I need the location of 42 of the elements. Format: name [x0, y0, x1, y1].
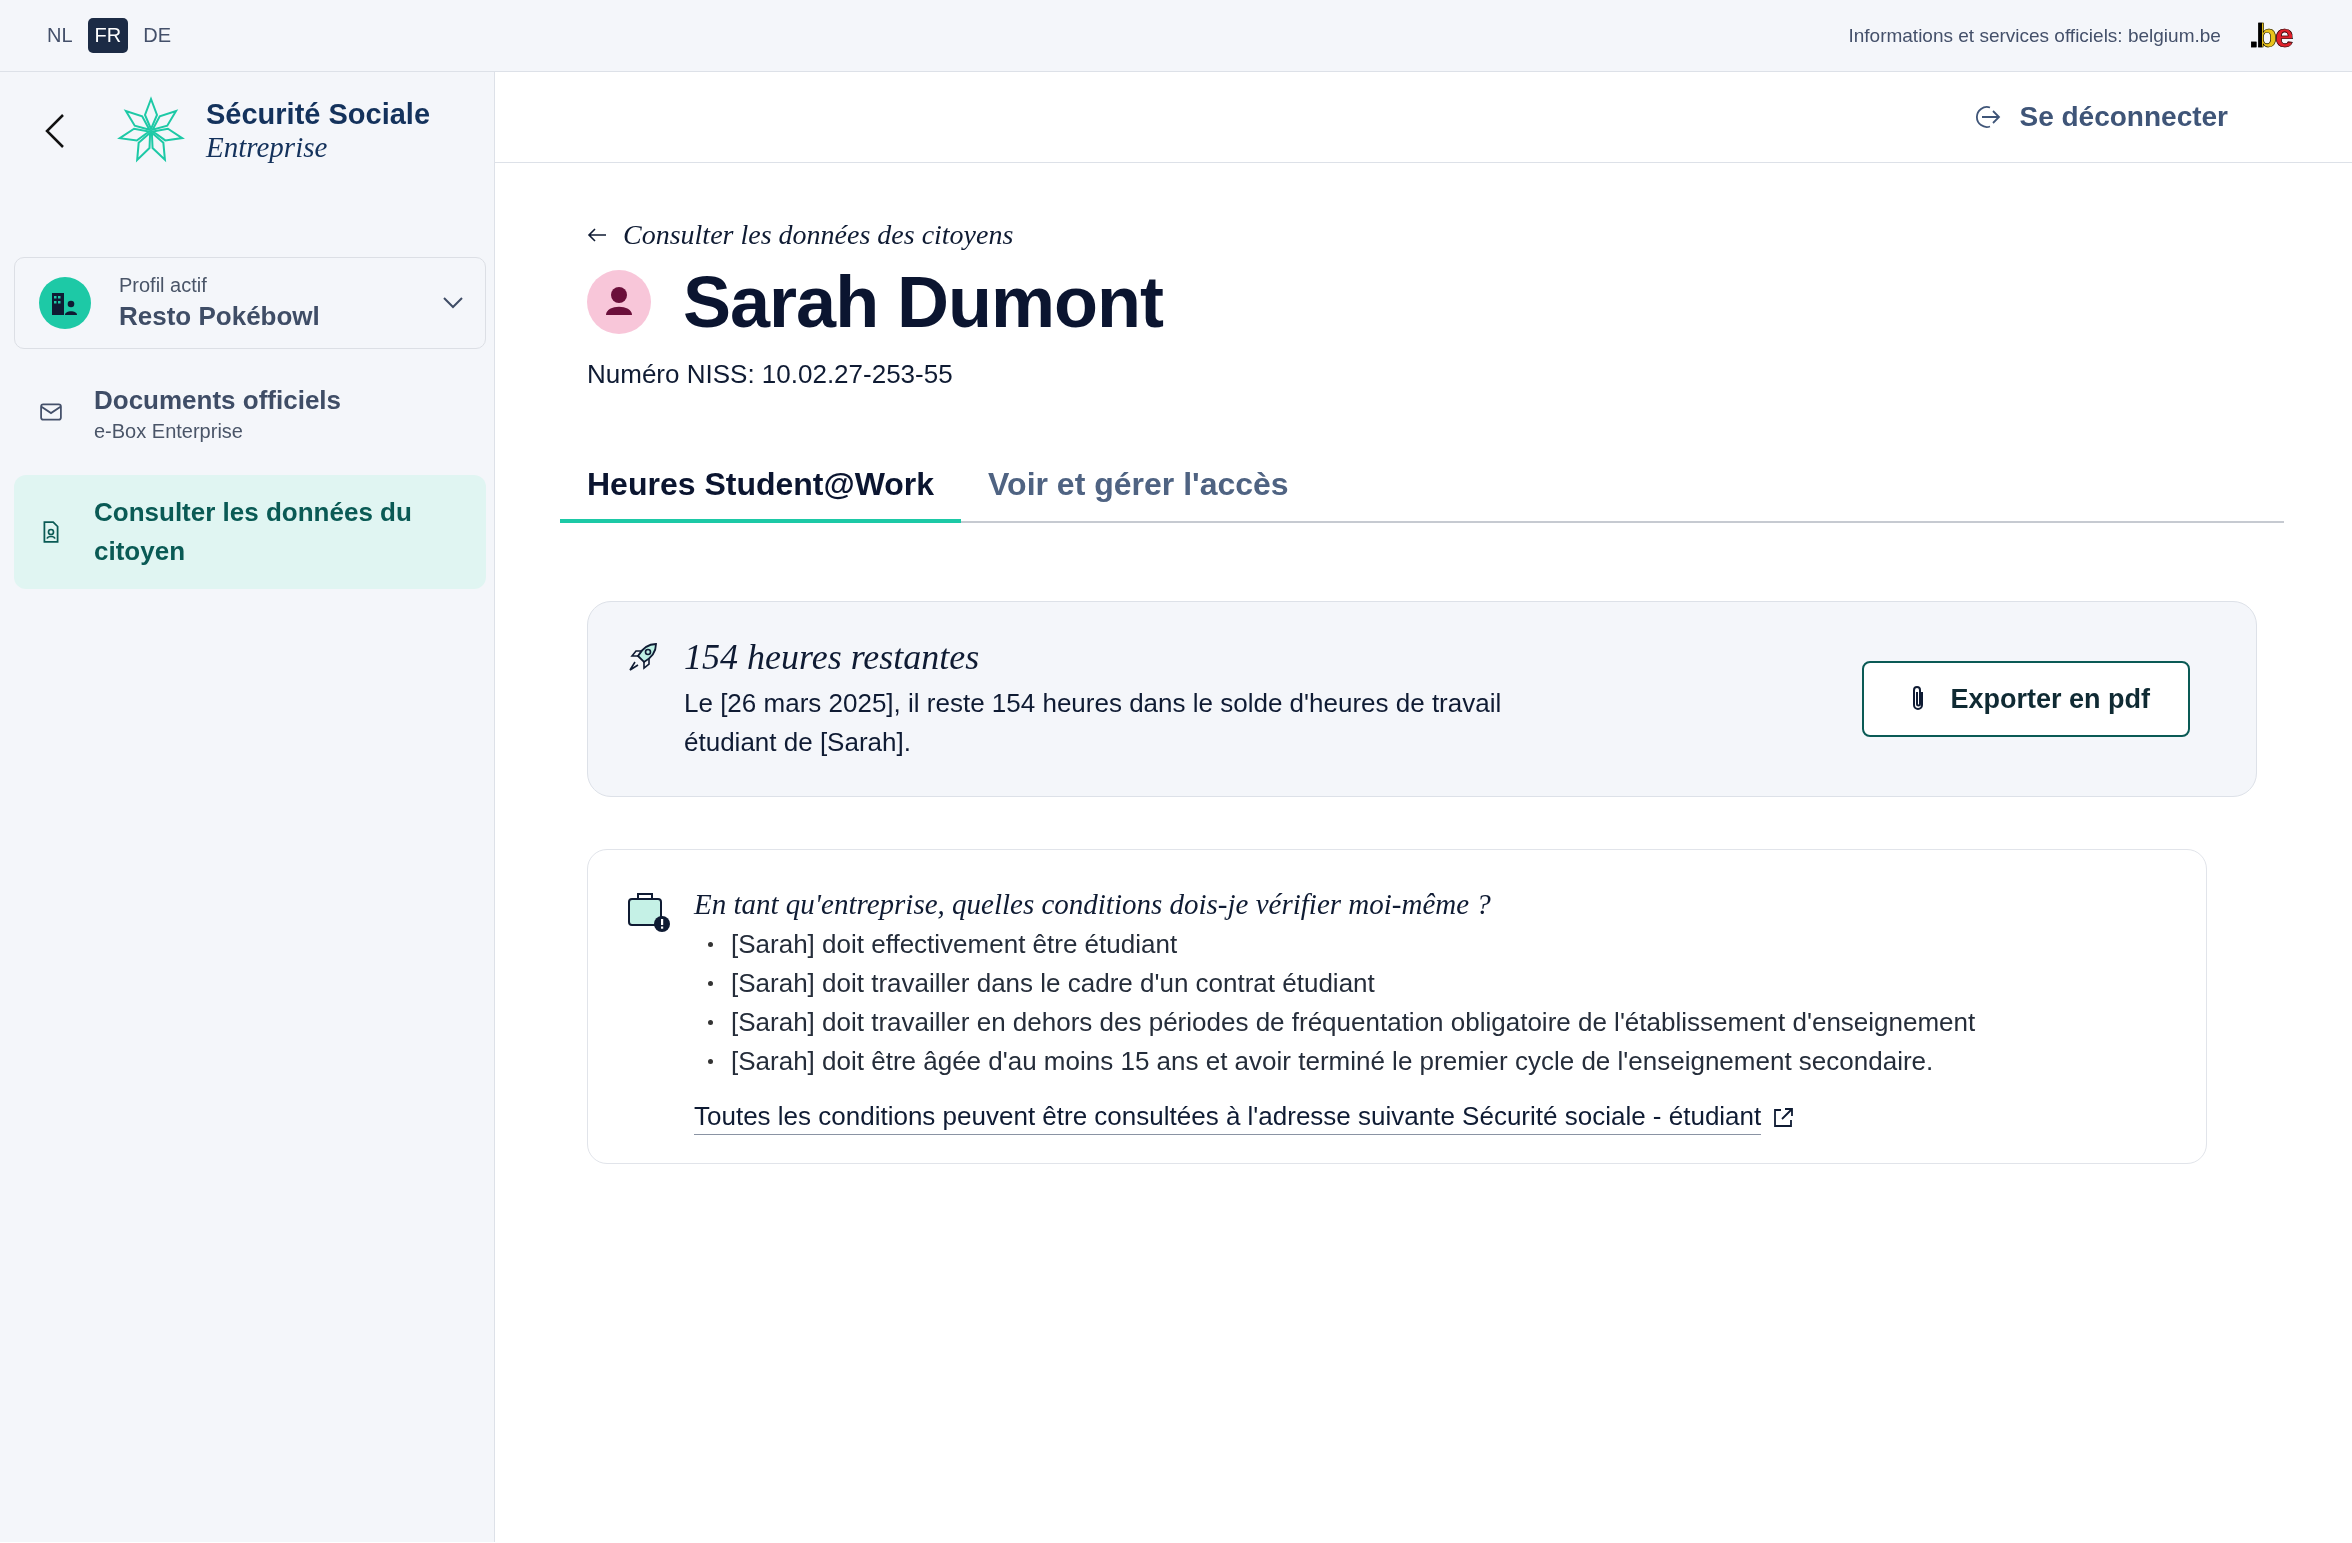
chevron-down-icon	[443, 297, 463, 309]
item-subtitle: e-Box Enterprise	[94, 420, 244, 443]
arrow-left-icon	[587, 227, 607, 243]
logo-subtitle: Entreprise	[206, 131, 329, 164]
bullet-icon	[708, 981, 713, 986]
condition-text: [Sarah] doit effectivement être étudiant	[731, 928, 1178, 961]
rocket-icon	[626, 640, 660, 674]
envelope-icon	[40, 400, 62, 424]
building-person-icon	[51, 290, 79, 316]
tab[interactable]: Voir et gérer l'accès	[961, 466, 1316, 523]
condition-text: [Sarah] doit travailler en dehors des périodes de fréquentation obligatoire de l'établissement d'enseignement	[731, 1006, 1976, 1039]
back-chevron-icon[interactable]	[44, 113, 66, 149]
citizen-name: Sarah Dumont	[683, 261, 1164, 343]
item-title: Consulter les données du citoyen	[94, 496, 413, 568]
tab[interactable]: Heures Student@Work	[560, 466, 962, 523]
profile-selector[interactable]: Profil actif Resto Pokébowl	[14, 257, 486, 349]
breadcrumb-link[interactable]: Consulter les données des citoyens	[623, 219, 1014, 251]
language-button[interactable]: DE	[136, 18, 179, 53]
hours-title: 154 heures restantes	[684, 636, 981, 678]
person-avatar-icon	[587, 270, 651, 334]
niss-number: Numéro NISS: 10.02.27-253-55	[587, 359, 954, 390]
sidebar-item[interactable]: Consulter les données du citoyen	[14, 475, 486, 589]
logout-button[interactable]: Se déconnecter	[1967, 100, 2234, 134]
bullet-icon	[708, 1059, 713, 1064]
profile-label: Profil actif	[119, 274, 208, 297]
hours-description: Le [26 mars 2025], il reste 154 heures dans le solde d'heures de travail étudiant de [Sarah].	[684, 687, 1503, 759]
export-pdf-button[interactable]: Exporter en pdf	[1862, 661, 2190, 737]
conditions-link[interactable]: Toutes les conditions peuvent être consultées à l'adresse suivante Sécurité sociale - étudiant	[694, 1101, 1762, 1135]
language-button[interactable]: NL	[40, 18, 80, 53]
condition-text: [Sarah] doit travailler dans le cadre d'un contrat étudiant	[731, 967, 1375, 1000]
external-link-icon	[1771, 1106, 1796, 1130]
item-title: Documents officiels	[94, 384, 343, 417]
info-link[interactable]: Informations et services officiels: belgium.be	[1848, 24, 2221, 47]
condition-text: [Sarah] doit être âgée d'au moins 15 ans et avoir terminé le premier cycle de l'enseignement secondaire.	[731, 1045, 1934, 1078]
logout-icon	[1973, 103, 2002, 131]
conditions-title: En tant qu'entreprise, quelles conditions dois-je vérifier moi-même ?	[694, 888, 1492, 921]
profile-name: Resto Pokébowl	[119, 301, 321, 332]
sidebar-item[interactable]: Documents officiels e-Box Enterprise	[14, 363, 486, 461]
logo-title: Sécurité Sociale	[206, 98, 431, 131]
bullet-icon	[708, 942, 713, 947]
bullet-icon	[708, 1020, 713, 1025]
language-button[interactable]: FR	[87, 18, 129, 53]
